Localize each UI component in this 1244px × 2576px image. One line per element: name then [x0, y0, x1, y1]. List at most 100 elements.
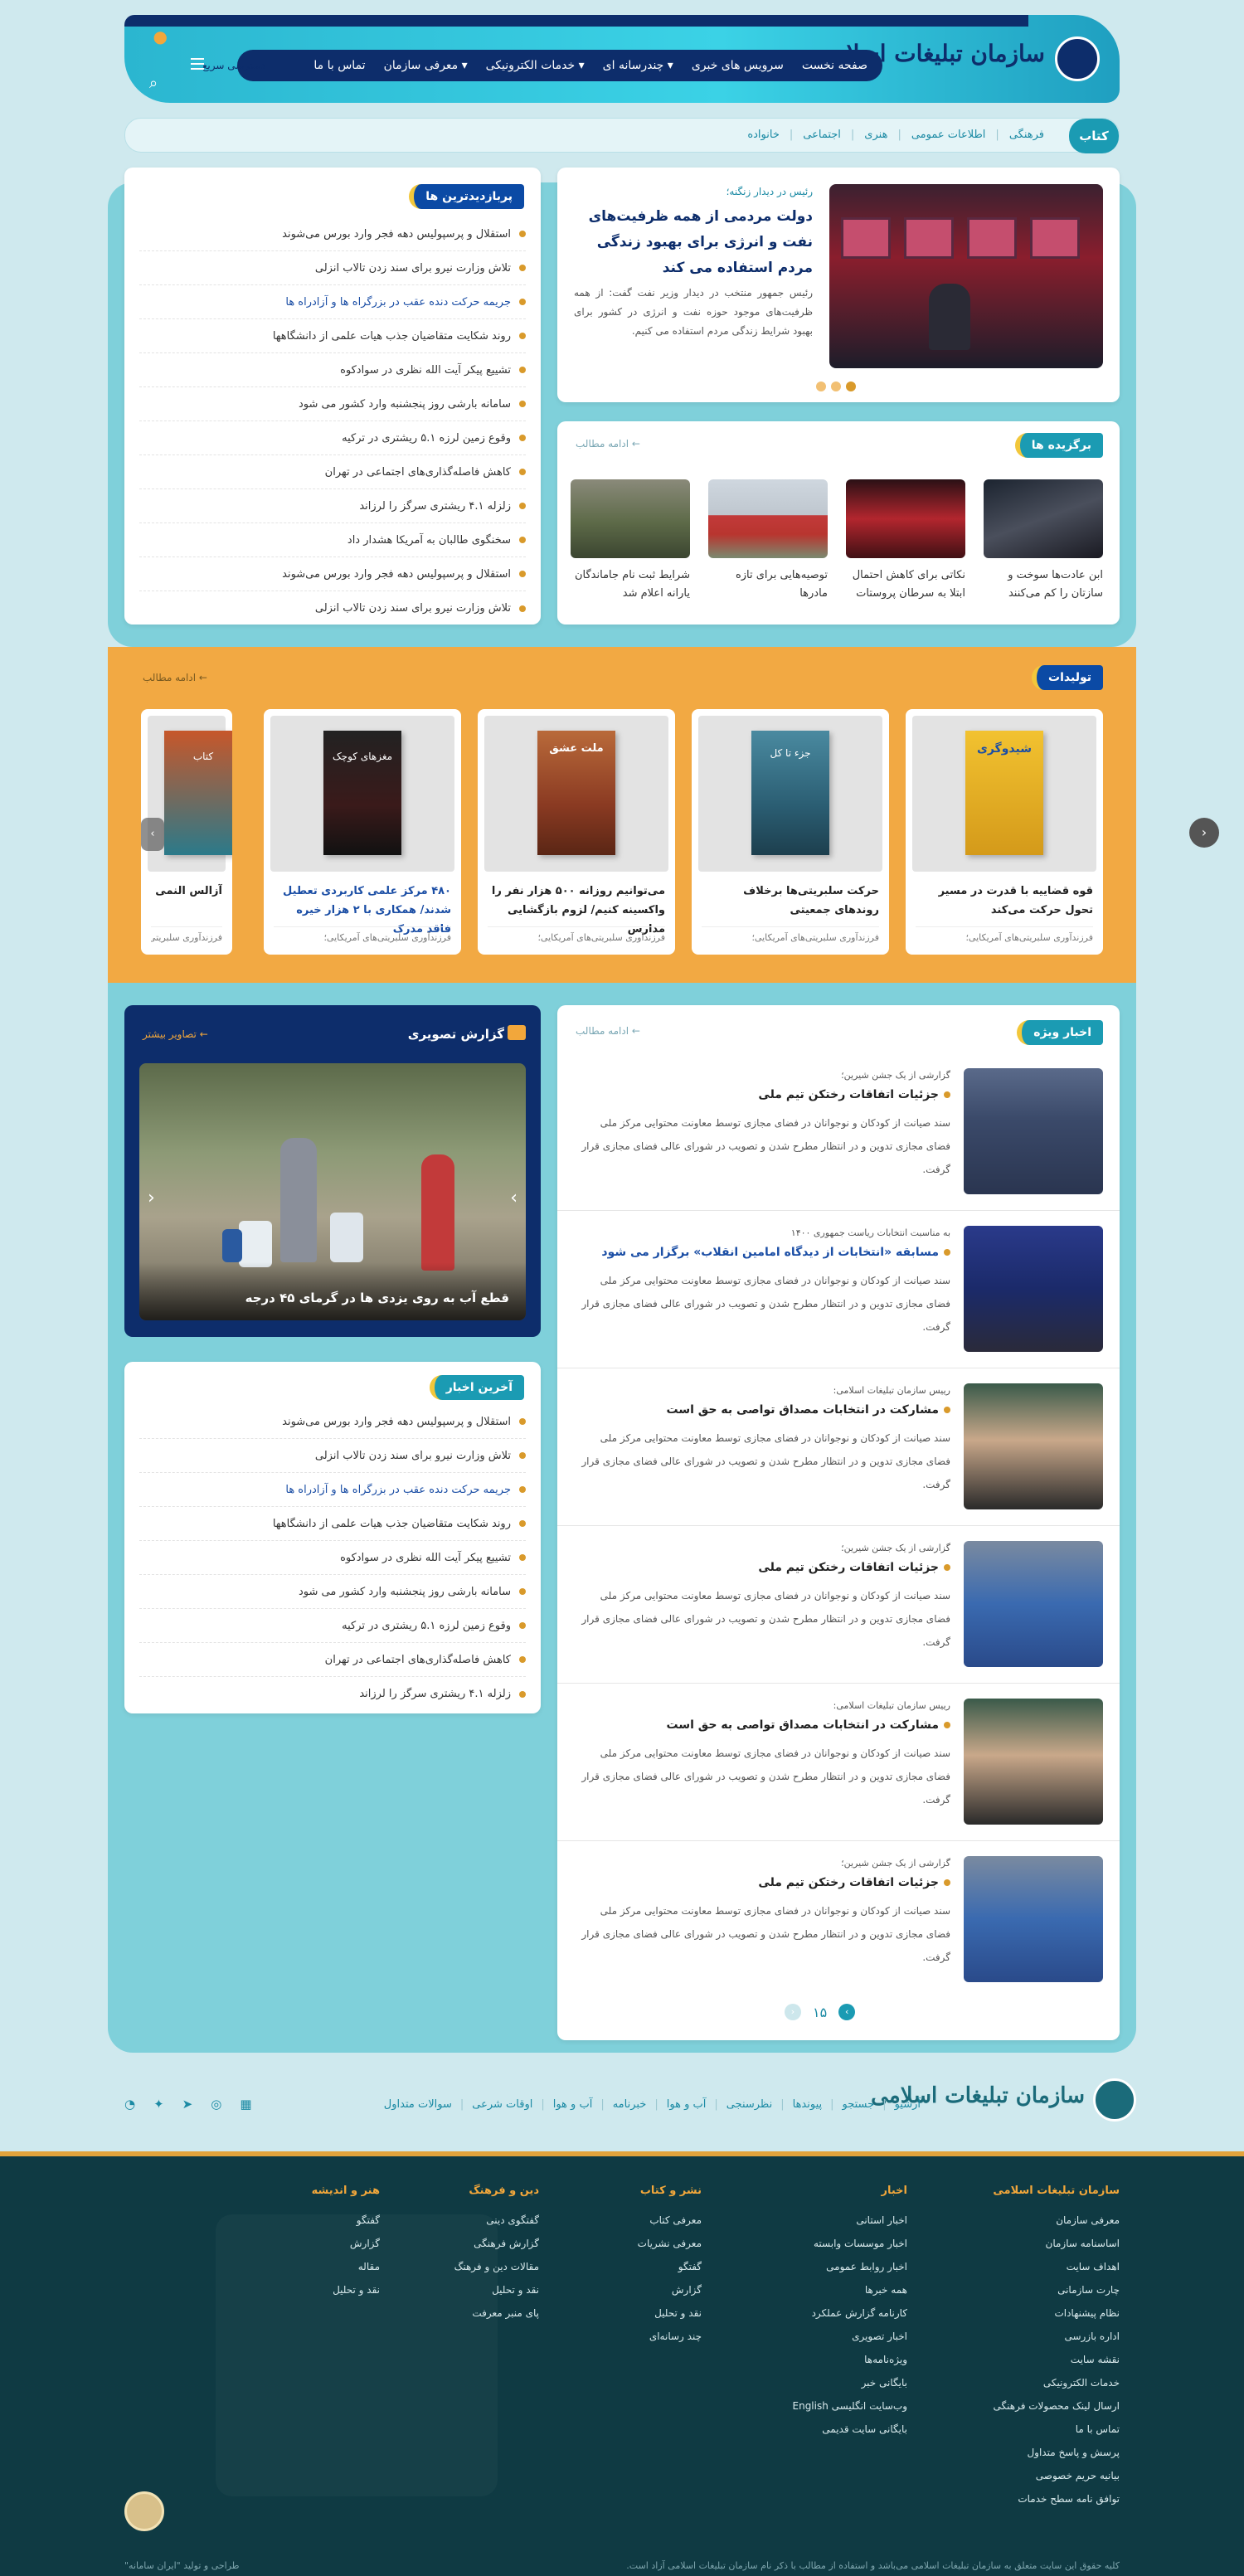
list-item[interactable]: تشییع پیکر آیت الله نظری در سوادکوه: [139, 353, 526, 387]
subnav-link-family[interactable]: خانواده: [747, 129, 780, 141]
special-news-more-link[interactable]: ← ادامه مطالب: [576, 1025, 640, 1037]
footer-link[interactable]: معرفی نشریات: [536, 2232, 702, 2255]
footer-link[interactable]: گفتگو: [214, 2209, 380, 2232]
telegram-icon[interactable]: ➤: [182, 2097, 193, 2112]
instagram-icon[interactable]: ◎: [211, 2097, 221, 2112]
subnav-link-cultural[interactable]: فرهنگی: [1009, 129, 1044, 141]
hero-title[interactable]: دولت مردمی از همه ظرفیت‌های نفت و انرژی …: [574, 204, 813, 281]
footer-link-newsletter[interactable]: خبرنامه: [613, 2098, 647, 2111]
featured-item[interactable]: نکاتی برای کاهش احتمال ابتلا به سرطان پر…: [846, 479, 965, 603]
news-item[interactable]: به مناسبت انتخابات ریاست جمهوری ۱۴۰۰ مسا…: [557, 1211, 1120, 1368]
product-card[interactable]: مغزهای کوچک ۴۸۰ مرکز علمی کاربردی تعطیل …: [264, 709, 461, 955]
twitter-icon[interactable]: ✦: [153, 2097, 164, 2112]
footer-link[interactable]: نظام پیشنهادات: [954, 2301, 1120, 2325]
footer-link[interactable]: اخبار تصویری: [741, 2325, 907, 2348]
list-item[interactable]: استقلال و پرسپولیس دهه فجر وارد بورس می‌…: [139, 1405, 526, 1439]
list-item[interactable]: سخنگوی طالبان به آمریکا هشدار داد: [139, 523, 526, 557]
footer-link[interactable]: اهداف سایت: [954, 2255, 1120, 2278]
product-card[interactable]: جزء تا کل حرکت سلبریتی‌ها برخلاف روندهای…: [692, 709, 889, 955]
footer-link-prayer-times[interactable]: اوقات شرعی: [472, 2098, 532, 2111]
product-card[interactable]: شیدوگری قوه قضاییه با قدرت در مسیر تحول …: [906, 709, 1103, 955]
footer-link[interactable]: توافق نامه سطح خدمات: [954, 2487, 1120, 2510]
footer-link[interactable]: گزارش فرهنگی: [373, 2232, 539, 2255]
footer-link[interactable]: چند رسانه‌ای: [536, 2325, 702, 2348]
subnav-link-social[interactable]: اجتماعی: [803, 129, 841, 141]
hero-image[interactable]: [829, 184, 1103, 368]
slider-dot[interactable]: [831, 382, 841, 391]
photo-more-link[interactable]: ← تصاویر بیشتر: [143, 1028, 208, 1040]
list-item[interactable]: تلاش وزارت نیرو برای سند زدن تالاب انزلی: [139, 251, 526, 285]
nav-home[interactable]: صفحه نخست: [802, 59, 867, 72]
list-item[interactable]: تشییع پیکر آیت الله نظری در سوادکوه: [139, 1541, 526, 1575]
list-item[interactable]: جریمه حرکت دنده عقب در بزرگراه ها و آزاد…: [139, 285, 526, 319]
footer-link[interactable]: اخبار روابط عمومی: [741, 2255, 907, 2278]
footer-link[interactable]: گزارش: [536, 2278, 702, 2301]
footer-link[interactable]: نقد و تحلیل: [373, 2278, 539, 2301]
featured-more-link[interactable]: ← ادامه مطالب: [576, 438, 640, 450]
footer-link-archive[interactable]: آرشیو: [895, 2098, 921, 2111]
footer-link-links[interactable]: پیوندها: [793, 2098, 823, 2111]
footer-link[interactable]: وب‌سایت انگلیسی English: [741, 2394, 908, 2418]
carousel-prev-button[interactable]: ›: [141, 818, 164, 851]
list-item[interactable]: تلاش وزارت نیرو برای سند زدن تالاب انزلی: [139, 1439, 526, 1473]
list-item[interactable]: زلزله ۴.۱ ریشتری سرگز را لرزاند: [139, 1677, 526, 1711]
photo-next-arrow-icon[interactable]: ›: [510, 1188, 518, 1208]
featured-item[interactable]: توصیه‌هایی برای تازه مادرها: [708, 479, 828, 603]
list-item[interactable]: وقوع زمین لرزه ۵.۱ ریشتری در ترکیه: [139, 421, 526, 455]
rss-icon[interactable]: ◔: [124, 2097, 135, 2112]
hamburger-menu-icon[interactable]: [191, 58, 204, 70]
list-item[interactable]: وقوع زمین لرزه ۵.۱ ریشتری در ترکیه: [139, 1609, 526, 1643]
search-icon[interactable]: ⌕: [149, 75, 158, 92]
footer-link[interactable]: نقد و تحلیل: [214, 2278, 380, 2301]
featured-item[interactable]: ابن عادت‌ها سوخت و سازتان را کم می‌کنند: [984, 479, 1103, 603]
products-more-link[interactable]: ← ادامه مطالب: [143, 672, 207, 683]
list-item[interactable]: سامانه بارشی روز پنجشنبه وارد کشور می شو…: [139, 387, 526, 421]
list-item[interactable]: سامانه بارشی روز پنجشنبه وارد کشور می شو…: [139, 1575, 526, 1609]
news-item[interactable]: گزارشی از یک جشن شیرین؛ جزئیات اتفاقات ر…: [557, 1526, 1120, 1684]
nav-news-services[interactable]: سرویس های خبری: [692, 59, 784, 72]
news-item[interactable]: گزارشی از یک جشن شیرین؛ جزئیات اتفاقات ر…: [557, 1053, 1120, 1211]
slider-dot-active[interactable]: [846, 382, 856, 391]
footer-link[interactable]: خدمات الکترونیکی: [954, 2371, 1120, 2394]
footer-link[interactable]: بیانیه حریم خصوصی: [954, 2464, 1120, 2487]
footer-link[interactable]: بایگانی خبر: [741, 2371, 907, 2394]
footer-link-weather[interactable]: آب و هوا: [667, 2098, 707, 2111]
footer-link[interactable]: مقالات دین و فرهنگ: [373, 2255, 539, 2278]
list-item[interactable]: کاهش فاصله‌گذاری‌های اجتماعی در تهران: [139, 455, 526, 489]
news-item[interactable]: رییس سازمان تبلیغات اسلامی: مشارکت در ان…: [557, 1368, 1120, 1526]
footer-badge-icon[interactable]: [124, 2491, 164, 2531]
footer-link[interactable]: پای منبر معرفت: [373, 2301, 539, 2325]
subnav-title[interactable]: کتاب: [1069, 119, 1119, 153]
photo-report-image[interactable]: ‹ › قطع آب به روی یزدی ها در گرمای ۴۵ در…: [139, 1063, 526, 1320]
subnav-link-art[interactable]: هنری: [864, 129, 887, 141]
footer-link[interactable]: ارسال لینک محصولات فرهنگی: [954, 2394, 1120, 2418]
list-item[interactable]: استقلال و پرسپولیس دهه فجر وارد بورس می‌…: [139, 217, 526, 251]
footer-link[interactable]: پرسش و پاسخ متداول: [954, 2441, 1120, 2464]
footer-link[interactable]: اداره بازرسی: [954, 2325, 1120, 2348]
user-icon[interactable]: ●: [149, 27, 168, 46]
footer-link[interactable]: گفتگو: [536, 2255, 702, 2278]
footer-link[interactable]: مقاله: [214, 2255, 380, 2278]
footer-link[interactable]: گفتگوی دینی: [373, 2209, 539, 2232]
list-item[interactable]: کاهش فاصله‌گذاری‌های اجتماعی در تهران: [139, 1643, 526, 1677]
footer-link[interactable]: اساسنامه سازمان: [954, 2232, 1120, 2255]
photo-prev-arrow-icon[interactable]: ‹: [148, 1188, 155, 1208]
footer-link[interactable]: اخبار موسسات وابسته: [741, 2232, 907, 2255]
footer-link[interactable]: نقشه سایت: [954, 2348, 1120, 2371]
footer-logo-emblem[interactable]: [1093, 2078, 1136, 2122]
slider-dot[interactable]: [816, 382, 826, 391]
featured-item[interactable]: شرایط ثبت نام جاماندگان یارانه اعلام شد: [571, 479, 690, 603]
footer-link[interactable]: گزارش: [214, 2232, 380, 2255]
footer-link[interactable]: معرفی سازمان: [954, 2209, 1120, 2232]
list-item[interactable]: جریمه حرکت دنده عقب در بزرگراه ها و آزاد…: [139, 1473, 526, 1507]
subnav-link-general[interactable]: اطلاعات عمومی: [911, 129, 986, 141]
footer-link[interactable]: همه خبرها: [741, 2278, 907, 2301]
footer-link[interactable]: معرفی کتاب: [536, 2209, 702, 2232]
footer-link-weather-2[interactable]: آب و هوا: [553, 2098, 593, 2111]
quick-access-link[interactable]: دسترسی سریع: [202, 60, 265, 71]
list-item[interactable]: استقلال و پرسپولیس دهه فجر وارد بورس می‌…: [139, 557, 526, 591]
news-item[interactable]: گزارشی از یک جشن شیرین؛ جزئیات اتفاقات ر…: [557, 1841, 1120, 1999]
carousel-next-button[interactable]: ‹: [1189, 818, 1219, 848]
footer-link[interactable]: کارنامه گزارش عملکرد: [741, 2301, 907, 2325]
footer-link[interactable]: ویژه‌نامه‌ها: [741, 2348, 907, 2371]
